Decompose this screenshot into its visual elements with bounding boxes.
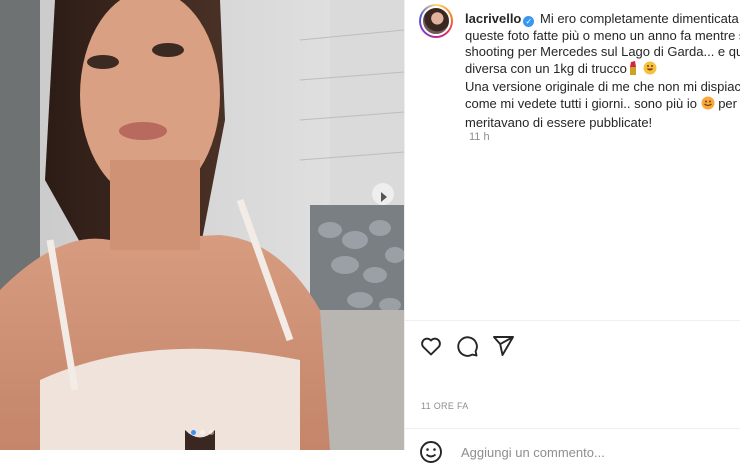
caption-tail: per <box>718 95 737 111</box>
carousel-dot <box>199 430 205 435</box>
carousel-dot <box>208 430 214 435</box>
caption-line: queste foto fatte più o meno un anno fa … <box>465 27 740 43</box>
caption-line: Una versione originale di me che non mi … <box>465 79 740 95</box>
avatar[interactable] <box>419 4 453 38</box>
post-actions <box>419 334 515 358</box>
comment-input[interactable] <box>459 444 723 461</box>
post-photo[interactable] <box>0 0 404 450</box>
verified-badge-icon: ✓ <box>523 16 535 27</box>
comment-button[interactable] <box>455 334 479 358</box>
caption-line: meritavano di essere pubblicate! <box>465 114 653 130</box>
share-icon <box>493 336 514 356</box>
photo-image <box>0 0 404 450</box>
post-date: 11 ORE FA <box>421 401 469 411</box>
caption-line: come mi vedete tutti i giorni.. sono più… <box>465 95 697 111</box>
share-button[interactable] <box>491 334 515 358</box>
comment-icon <box>457 336 478 357</box>
lipstick-emoji-icon <box>627 60 639 80</box>
caption-line: Mi ero completamente dimenticata di <box>540 11 740 26</box>
like-button[interactable] <box>419 334 443 358</box>
post-caption: lacrivello ✓ Mi ero completamente dimenti… <box>465 11 740 131</box>
divider <box>405 320 740 321</box>
carousel-dot <box>190 430 196 435</box>
caption-line: diversa con un 1kg di trucco <box>465 60 627 76</box>
smiley-icon <box>420 441 442 463</box>
avatar-image <box>421 6 451 36</box>
caption-line: shooting per Mercedes sul Lago di Garda.… <box>465 44 740 60</box>
heart-icon <box>421 337 441 356</box>
carousel-next-button[interactable] <box>372 183 394 205</box>
emoji-button[interactable] <box>419 440 443 464</box>
username-link[interactable]: lacrivello <box>465 11 521 26</box>
post-details-panel: lacrivello ✓ Mi ero completamente dimenti… <box>404 0 740 463</box>
comment-time: 11 h <box>469 131 490 143</box>
smiling-emoji-icon <box>701 96 715 115</box>
divider <box>405 428 740 429</box>
carousel-indicator <box>0 430 404 435</box>
grinning-emoji-icon <box>643 61 657 80</box>
chevron-right-icon <box>381 192 387 202</box>
add-comment-row <box>419 440 739 463</box>
